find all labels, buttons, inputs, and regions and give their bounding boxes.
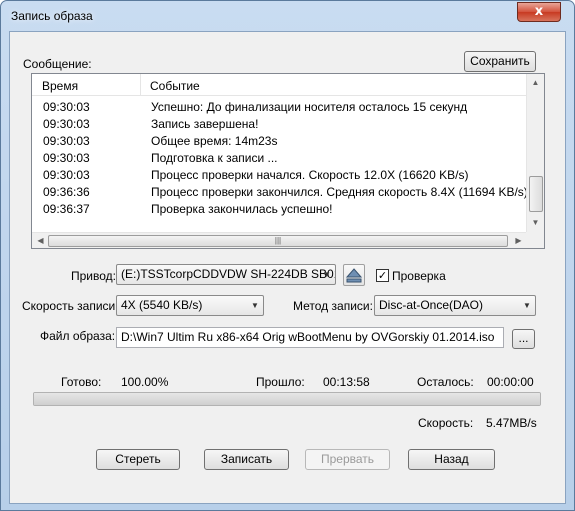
done-value: 100.00% (121, 375, 169, 389)
burn-image-window: Запись образа x Сообщение: Сохранить Вре… (0, 0, 575, 511)
drive-select[interactable]: (E:)TSSTcorpCDDVDW SH-224DB SB01 ▼ (116, 264, 336, 285)
close-button[interactable]: x (517, 2, 561, 22)
scroll-left-icon[interactable]: ◀ (32, 233, 49, 248)
log-row[interactable]: 09:30:03 Подготовка к записи ... (32, 150, 526, 167)
log-event: Общее время: 14m23s (151, 134, 278, 148)
log-time: 09:30:03 (43, 117, 90, 131)
log-event: Процесс проверки закончился. Средняя ско… (151, 185, 528, 199)
log-row[interactable]: 09:30:03 Процесс проверки начался. Скорос… (32, 167, 526, 184)
write-method-select[interactable]: Disc-at-Once(DAO) ▼ (374, 295, 536, 316)
elapsed-label: Прошло: (256, 375, 305, 389)
verify-checkbox[interactable]: ✓ (376, 269, 389, 282)
log-time: 09:30:03 (43, 134, 90, 148)
log-row[interactable]: 09:30:03 Общее время: 14m23s (32, 133, 526, 150)
vertical-scroll-thumb[interactable] (529, 176, 543, 212)
column-divider[interactable] (140, 74, 141, 95)
scroll-down-icon[interactable]: ▼ (527, 214, 544, 231)
write-speed-label: Скорость записи: (22, 299, 119, 313)
scroll-up-icon[interactable]: ▲ (527, 74, 544, 91)
chevron-down-icon: ▼ (523, 301, 531, 310)
log-time: 09:30:03 (43, 168, 90, 182)
horizontal-scroll-thumb[interactable]: ||| (48, 235, 508, 247)
abort-button[interactable]: Прервать (305, 449, 390, 470)
speed-status-value: 5.47MB/s (486, 416, 537, 430)
erase-button[interactable]: Стереть (96, 449, 180, 470)
drive-label: Привод: (71, 269, 116, 283)
column-event[interactable]: Событие (150, 79, 200, 93)
drive-select-value: (E:)TSSTcorpCDDVDW SH-224DB SB01 (121, 267, 336, 281)
scrollbar-corner (526, 232, 544, 248)
log-horizontal-scrollbar[interactable]: ◀ ||| ▶ (32, 232, 526, 248)
write-speed-select[interactable]: 4X (5540 KB/s) ▼ (116, 295, 264, 316)
log-label: Сообщение: (23, 57, 92, 71)
log-vertical-scrollbar[interactable]: ▲ ▼ (526, 74, 544, 232)
scroll-right-icon[interactable]: ▶ (510, 233, 527, 248)
log-list[interactable]: Время Событие 09:30:03 Успешно: До финали… (31, 73, 545, 249)
log-rows: 09:30:03 Успешно: До финализации носителя… (32, 99, 528, 218)
log-time: 09:36:37 (43, 202, 90, 216)
image-file-path-field[interactable]: D:\Win7 Ultim Ru x86-x64 Orig wBootMenu … (116, 327, 504, 348)
write-button[interactable]: Записать (204, 449, 289, 470)
write-method-value: Disc-at-Once(DAO) (379, 298, 484, 312)
save-log-button[interactable]: Сохранить (464, 51, 536, 72)
remaining-value: 00:00:00 (487, 375, 534, 389)
window-title: Запись образа (11, 9, 93, 23)
burn-progress-bar (33, 392, 541, 406)
chevron-down-icon: ▼ (323, 270, 331, 279)
back-button[interactable]: Назад (408, 449, 495, 470)
log-row[interactable]: 09:30:03 Успешно: До финализации носителя… (32, 99, 526, 116)
image-file-label: Файл образа: (40, 329, 116, 343)
log-time: 09:30:03 (43, 151, 90, 165)
verify-label: Проверка (392, 269, 446, 283)
chevron-down-icon: ▼ (251, 301, 259, 310)
done-label: Готово: (61, 375, 102, 389)
speed-status-label: Скорость: (418, 416, 474, 430)
log-time: 09:36:36 (43, 185, 90, 199)
log-row[interactable]: 09:36:37 Проверка закончилась успешно! (32, 201, 526, 218)
title-bar: Запись образа x (1, 1, 574, 31)
elapsed-value: 00:13:58 (323, 375, 370, 389)
eject-icon (345, 268, 363, 283)
write-method-label: Метод записи: (293, 299, 373, 313)
log-event: Успешно: До финализации носителя осталос… (151, 100, 468, 114)
log-event: Запись завершена! (151, 117, 259, 131)
write-speed-value: 4X (5540 KB/s) (121, 298, 203, 312)
log-time: 09:30:03 (43, 100, 90, 114)
progress-fill (34, 393, 540, 405)
browse-button[interactable]: ... (512, 329, 535, 349)
eject-button[interactable] (343, 264, 365, 286)
log-event: Подготовка к записи ... (151, 151, 278, 165)
log-row[interactable]: 09:36:36 Процесс проверки закончился. Сре… (32, 184, 528, 201)
column-time[interactable]: Время (42, 79, 78, 93)
remaining-label: Осталось: (417, 375, 474, 389)
log-event: Проверка закончилась успешно! (151, 202, 333, 216)
log-header: Время Событие (32, 74, 526, 96)
log-row[interactable]: 09:30:03 Запись завершена! (32, 116, 526, 133)
log-event: Процесс проверки начался. Скорость 12.0X… (151, 168, 469, 182)
